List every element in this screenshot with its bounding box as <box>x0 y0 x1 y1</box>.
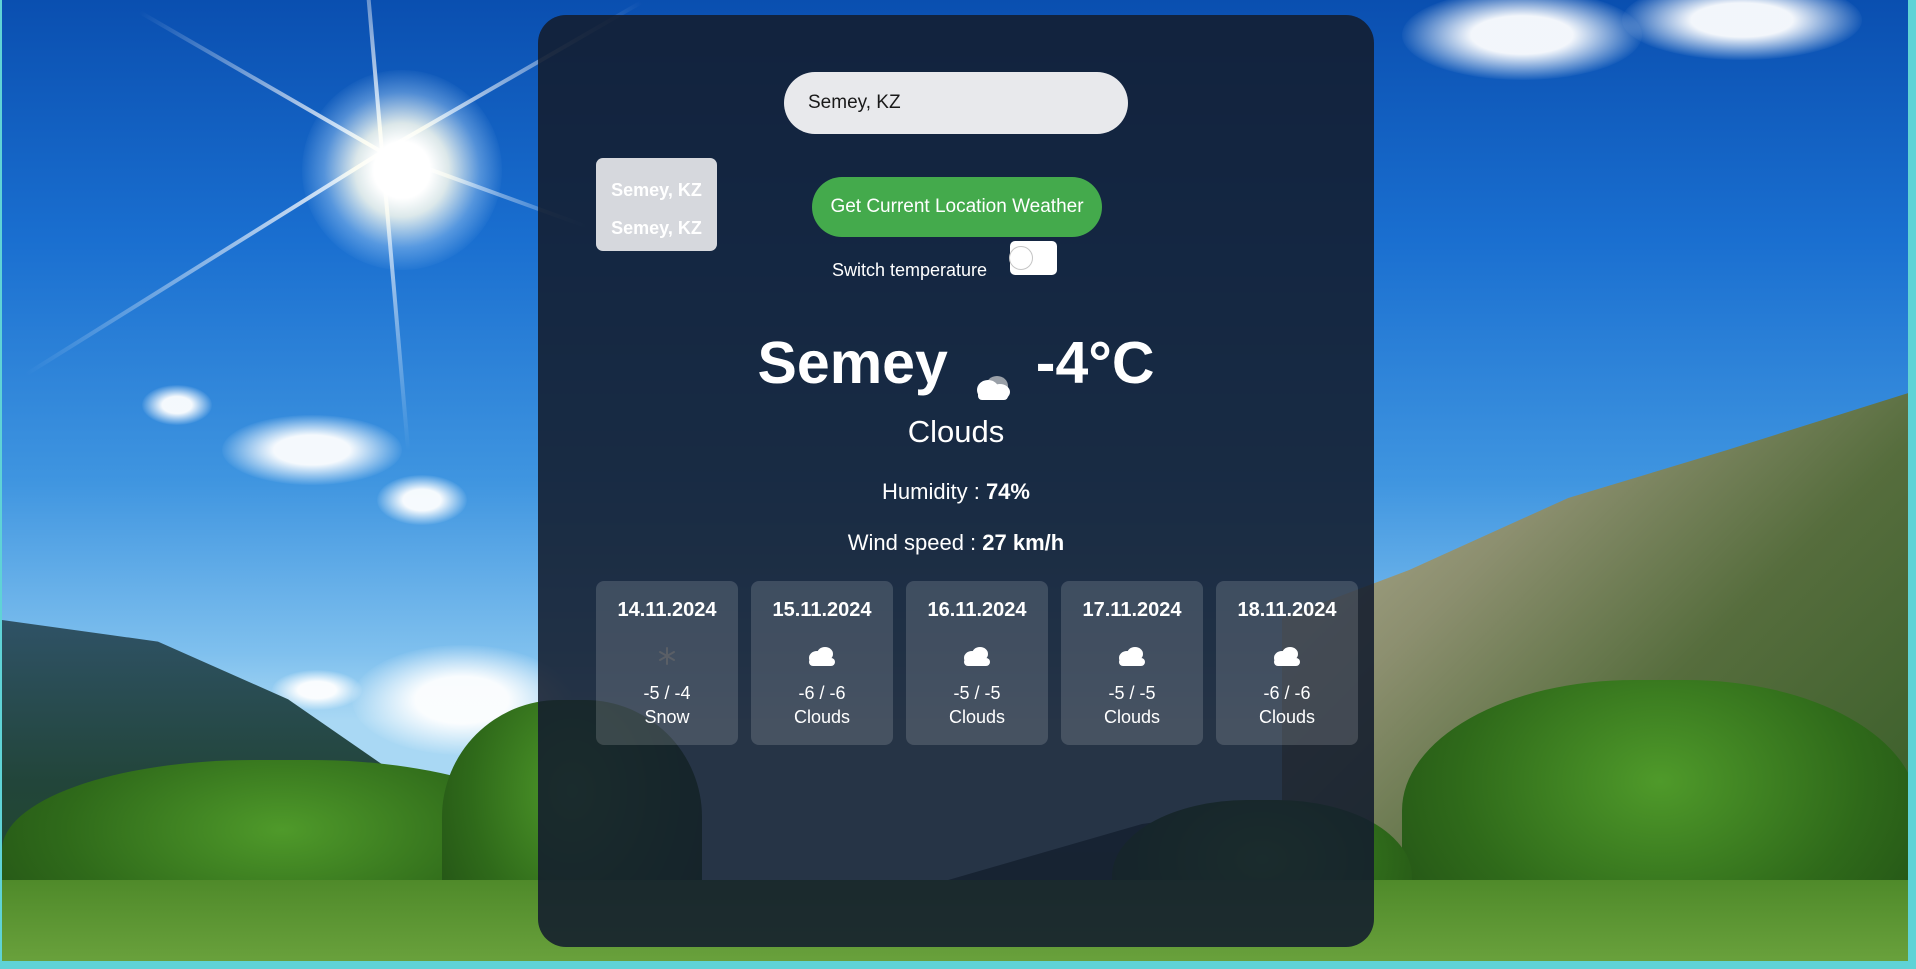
forecast-condition: Clouds <box>1103 707 1161 727</box>
switch-temperature-label: Switch temperature <box>832 260 988 280</box>
forecast-date: 15.11.2024 <box>772 599 872 621</box>
cloud-icon <box>1061 640 1203 672</box>
forecast-condition: Clouds <box>793 707 851 727</box>
wind-speed-line: Wind speed : 27 km/h <box>538 530 1374 556</box>
suggestion-item[interactable]: Semey, KZ <box>596 218 717 239</box>
forecast-condition: Clouds <box>948 707 1006 727</box>
forecast-date: 16.11.2024 <box>927 599 1027 621</box>
current-location-weather-button[interactable]: Get Current Location Weather <box>812 177 1102 237</box>
forecast-date: 18.11.2024 <box>1237 599 1337 621</box>
cloud-icon <box>1216 640 1358 672</box>
forecast-day-card: 15.11.2024 -6 / -6 Clouds <box>751 581 893 745</box>
forecast-temp-range: -5 / -5 <box>953 683 1001 703</box>
wind-speed-value: 27 km/h <box>982 530 1065 555</box>
cloud-icon <box>970 348 1014 400</box>
toggle-knob <box>1009 246 1033 270</box>
forecast-temp-range: -6 / -6 <box>798 683 846 703</box>
city-suggestions-dropdown: Semey, KZ Semey, KZ <box>596 158 717 251</box>
sun <box>302 70 502 270</box>
forecast-day-card: 16.11.2024 -5 / -5 Clouds <box>906 581 1048 745</box>
current-condition: Clouds <box>907 414 1005 449</box>
humidity-label: Humidity : <box>882 479 980 504</box>
forecast-day-card: 18.11.2024 -6 / -6 Clouds <box>1216 581 1358 745</box>
forecast-condition: Snow <box>644 707 690 727</box>
forecast-date: 14.11.2024 <box>617 599 717 621</box>
city-name: Semey <box>757 330 948 396</box>
forecast-day-card: 14.11.2024 -5 / -4 Snow <box>596 581 738 745</box>
humidity-line: Humidity : 74% <box>538 479 1374 505</box>
temperature-unit-toggle[interactable] <box>1009 241 1057 275</box>
forecast-day-card: 17.11.2024 -5 / -5 Clouds <box>1061 581 1203 745</box>
forecast-temp-range: -5 / -5 <box>1108 683 1156 703</box>
forecast-temp-range: -6 / -6 <box>1263 683 1311 703</box>
snow-icon <box>596 640 738 672</box>
forecast-condition: Clouds <box>1258 707 1316 727</box>
forecast-temp-range: -5 / -4 <box>643 683 691 703</box>
current-weather-heading: Semey -4°C <box>538 326 1374 400</box>
humidity-value: 74% <box>985 479 1030 504</box>
wind-speed-label: Wind speed : <box>847 530 977 555</box>
forecast-date: 17.11.2024 <box>1082 599 1182 621</box>
current-temperature: -4°C <box>1035 330 1155 396</box>
cloud-icon <box>751 640 893 672</box>
cloud-icon <box>906 640 1048 672</box>
suggestion-item[interactable]: Semey, KZ <box>596 180 717 201</box>
city-search-input[interactable] <box>784 72 1128 134</box>
